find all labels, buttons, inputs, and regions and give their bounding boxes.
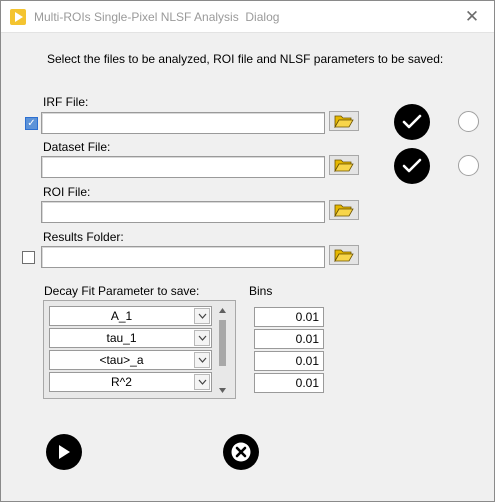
folder-open-icon <box>334 159 354 172</box>
cancel-icon <box>231 442 251 462</box>
params-list: A_1 tau_1 <tau>_a R^2 <box>43 300 236 399</box>
bins-label: Bins <box>249 284 273 298</box>
bin-input-2[interactable]: 0.01 <box>254 329 324 349</box>
param-select-3[interactable]: <tau>_a <box>49 350 212 370</box>
param-select-1[interactable]: A_1 <box>49 306 212 326</box>
irf-confirm-button[interactable] <box>394 104 430 140</box>
results-checkbox[interactable] <box>22 251 35 264</box>
chevron-down-icon[interactable] <box>194 374 210 390</box>
results-folder-label: Results Folder: <box>43 230 124 244</box>
scroll-thumb[interactable] <box>219 320 226 366</box>
check-icon <box>402 114 422 129</box>
bin-input-4[interactable]: 0.01 <box>254 373 324 393</box>
param-value: tau_1 <box>106 331 137 345</box>
dataset-file-label: Dataset File: <box>43 140 111 154</box>
irf-browse-button[interactable] <box>329 111 359 131</box>
results-browse-button[interactable] <box>329 245 359 265</box>
param-select-4[interactable]: R^2 <box>49 372 212 392</box>
param-value: <tau>_a <box>99 353 144 367</box>
irf-checkbox[interactable]: ✓ <box>25 117 38 130</box>
param-value: A_1 <box>110 309 133 323</box>
param-select-2[interactable]: tau_1 <box>49 328 212 348</box>
checkmark-icon: ✓ <box>26 118 37 129</box>
close-icon: ✕ <box>464 7 480 26</box>
dataset-file-input[interactable] <box>41 156 325 178</box>
chevron-down-icon[interactable] <box>194 352 210 368</box>
irf-file-label: IRF File: <box>43 95 89 109</box>
title-bar: Multi-ROIs Single-Pixel NLSF Analysis Di… <box>1 1 494 33</box>
irf-file-input[interactable] <box>41 112 325 134</box>
cancel-button[interactable] <box>223 434 259 470</box>
bin-input-3[interactable]: 0.01 <box>254 351 324 371</box>
results-folder-input[interactable] <box>41 246 325 268</box>
dataset-radio[interactable] <box>458 155 479 176</box>
close-button[interactable]: ✕ <box>450 1 494 33</box>
roi-browse-button[interactable] <box>329 200 359 220</box>
window-title: Multi-ROIs Single-Pixel NLSF Analysis Di… <box>34 10 280 24</box>
run-button[interactable] <box>46 434 82 470</box>
irf-radio[interactable] <box>458 111 479 132</box>
folder-open-icon <box>334 204 354 217</box>
param-value: R^2 <box>111 375 132 389</box>
roi-file-label: ROI File: <box>43 185 91 199</box>
roi-file-input[interactable] <box>41 201 325 223</box>
app-play-icon <box>10 9 26 25</box>
chevron-down-icon[interactable] <box>194 308 210 324</box>
params-scrollbar[interactable] <box>218 306 227 394</box>
dataset-browse-button[interactable] <box>329 155 359 175</box>
folder-open-icon <box>334 249 354 262</box>
instruction-text: Select the files to be analyzed, ROI fil… <box>47 52 444 66</box>
params-label: Decay Fit Parameter to save: <box>44 284 200 298</box>
chevron-down-icon[interactable] <box>194 330 210 346</box>
scroll-up-icon[interactable] <box>218 306 227 314</box>
dataset-confirm-button[interactable] <box>394 148 430 184</box>
scroll-down-icon[interactable] <box>218 386 227 394</box>
folder-open-icon <box>334 115 354 128</box>
bin-input-1[interactable]: 0.01 <box>254 307 324 327</box>
dialog-window: Multi-ROIs Single-Pixel NLSF Analysis Di… <box>0 0 495 502</box>
play-icon <box>59 445 70 459</box>
check-icon <box>402 158 422 173</box>
